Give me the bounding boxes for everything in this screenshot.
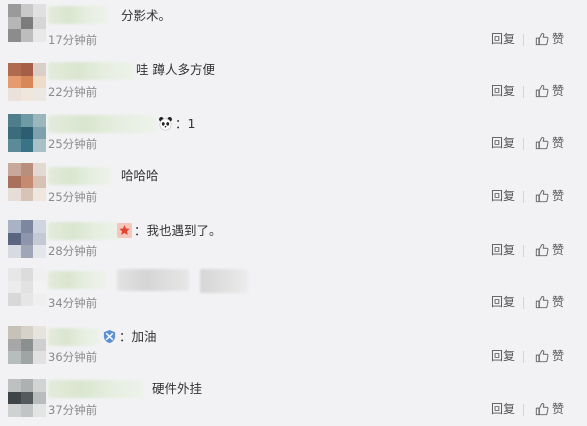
- comment-text: 哈哈哈: [121, 168, 159, 183]
- reply-button[interactable]: 回复: [491, 295, 515, 310]
- thumbs-up-icon: [535, 402, 549, 416]
- thumbs-up-icon: [535, 84, 549, 98]
- like-button[interactable]: 赞: [535, 294, 564, 310]
- thumbs-up-icon: [535, 189, 549, 203]
- comment-text-body: ：加油: [119, 329, 157, 344]
- like-button[interactable]: 赞: [535, 188, 564, 204]
- like-button[interactable]: 赞: [535, 135, 564, 151]
- like-label: 赞: [552, 135, 565, 150]
- comment-image-blur: [117, 269, 189, 291]
- action-divider: [523, 245, 524, 257]
- comment-time: 25分钟前: [48, 137, 98, 151]
- like-label: 赞: [552, 83, 565, 98]
- like-label: 赞: [552, 242, 565, 257]
- comment-text: ：1: [158, 116, 195, 132]
- like-button[interactable]: 赞: [535, 31, 564, 47]
- avatar[interactable]: [8, 326, 46, 364]
- commenter-name[interactable]: [48, 167, 112, 185]
- reply-button[interactable]: 回复: [491, 189, 515, 204]
- comment-time: 25分钟前: [48, 190, 98, 204]
- action-divider: [523, 351, 524, 363]
- avatar[interactable]: [8, 379, 46, 417]
- avatar[interactable]: [8, 4, 46, 42]
- comment-time: 37分钟前: [48, 403, 98, 417]
- commenter-name[interactable]: [48, 115, 156, 133]
- comment-text-body: ：我也遇到了。: [134, 223, 222, 238]
- commenter-name[interactable]: [48, 271, 106, 289]
- thumbs-up-icon: [535, 136, 549, 150]
- like-button[interactable]: 赞: [535, 348, 564, 364]
- comment-time: 28分钟前: [48, 244, 98, 258]
- comment-time: 17分钟前: [48, 33, 98, 47]
- avatar[interactable]: [8, 268, 46, 306]
- action-divider: [523, 138, 524, 150]
- action-divider: [523, 404, 524, 416]
- reply-button[interactable]: 回复: [491, 84, 515, 99]
- red-star-icon: [117, 223, 132, 238]
- comment-row: ：我也遇到了。 28分钟前 回复 赞: [0, 212, 587, 265]
- like-label: 赞: [552, 294, 565, 309]
- comment-row: ：加油 36分钟前 回复 赞: [0, 318, 587, 371]
- blue-badge-icon: [103, 329, 116, 344]
- avatar[interactable]: [8, 63, 46, 101]
- reply-button[interactable]: 回复: [491, 136, 515, 151]
- comment-text: 分影术。: [121, 8, 172, 23]
- comment-row: 哈哈哈 25分钟前 回复 赞: [0, 159, 587, 212]
- comment-row: ：1 25分钟前 回复 赞: [0, 106, 587, 159]
- avatar[interactable]: [8, 114, 46, 152]
- comment-text: ：我也遇到了。: [117, 223, 222, 239]
- commenter-name[interactable]: [48, 62, 134, 80]
- comment-row: 硬件外挂 37分钟前 回复 赞: [0, 371, 587, 424]
- commenter-name[interactable]: [48, 6, 108, 24]
- comment-text-body: ：1: [175, 116, 196, 131]
- thumbs-up-icon: [535, 243, 549, 257]
- comment-text: ：加油: [102, 329, 157, 345]
- comment-image-blur: [200, 269, 248, 293]
- like-label: 赞: [552, 31, 565, 46]
- thumbs-up-icon: [535, 349, 549, 363]
- comment-row: 34分钟前 回复 赞: [0, 265, 587, 318]
- avatar[interactable]: [8, 220, 46, 258]
- like-label: 赞: [552, 188, 565, 203]
- reply-button[interactable]: 回复: [491, 402, 515, 417]
- commenter-name[interactable]: [48, 380, 144, 398]
- comment-text: 硬件外挂: [152, 381, 203, 396]
- comment-text: 哇 蹲人多方便: [136, 62, 215, 77]
- comment-row: 分影术。 17分钟前 回复 赞: [0, 0, 587, 53]
- like-button[interactable]: 赞: [535, 242, 564, 258]
- panda-icon: [159, 117, 172, 131]
- like-button[interactable]: 赞: [535, 83, 564, 99]
- action-divider: [523, 86, 524, 98]
- avatar[interactable]: [8, 163, 46, 201]
- comment-time: 34分钟前: [48, 296, 98, 310]
- like-button[interactable]: 赞: [535, 401, 564, 417]
- comment-time: 22分钟前: [48, 85, 98, 99]
- comment-row: 哇 蹲人多方便 22分钟前 回复 赞: [0, 53, 587, 106]
- thumbs-up-icon: [535, 32, 549, 46]
- comment-time: 36分钟前: [48, 350, 98, 364]
- like-label: 赞: [552, 348, 565, 363]
- reply-button[interactable]: 回复: [491, 243, 515, 258]
- reply-button[interactable]: 回复: [491, 349, 515, 364]
- commenter-name[interactable]: [48, 222, 122, 240]
- action-divider: [523, 297, 524, 309]
- action-divider: [523, 191, 524, 203]
- commenter-name[interactable]: [48, 328, 100, 346]
- action-divider: [523, 34, 524, 46]
- reply-button[interactable]: 回复: [491, 32, 515, 47]
- thumbs-up-icon: [535, 295, 549, 309]
- like-label: 赞: [552, 401, 565, 416]
